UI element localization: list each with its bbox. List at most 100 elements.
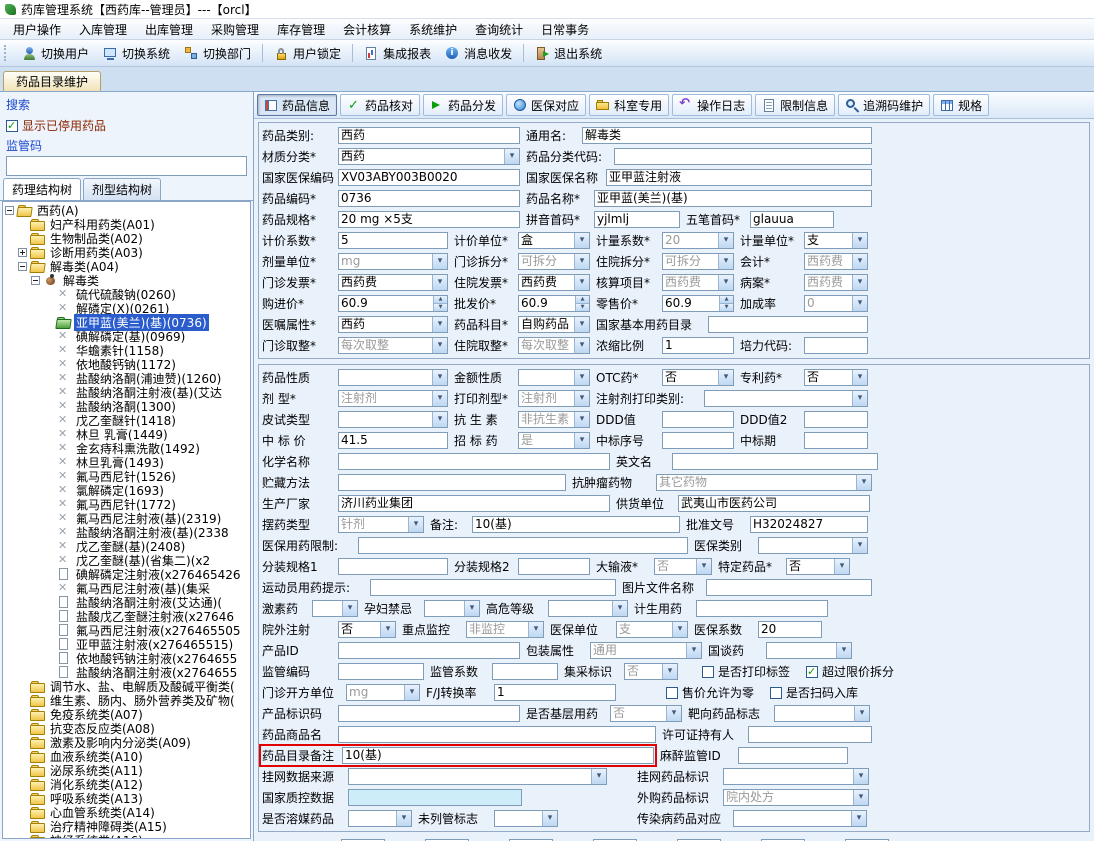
user-lock-button[interactable]: 用户锁定 — [268, 42, 347, 65]
checkbox[interactable] — [666, 686, 678, 699]
dropdown[interactable]: 非抗生素 — [518, 411, 590, 428]
menu-item-1[interactable]: 用户操作 — [4, 19, 70, 40]
dropdown[interactable]: 西药 — [338, 148, 520, 165]
tree-item[interactable]: 解毒类(A04) — [3, 259, 250, 274]
menu-item-8[interactable]: 查询统计 — [466, 19, 532, 40]
dropdown[interactable] — [348, 768, 607, 785]
drug-info-button[interactable]: 药品信息 — [257, 94, 338, 116]
dropdown[interactable] — [312, 600, 358, 617]
text-input[interactable] — [738, 747, 848, 764]
dropdown[interactable] — [494, 810, 558, 827]
dropdown[interactable]: 注射剂 — [338, 390, 448, 407]
menu-item-9[interactable]: 日常事务 — [532, 19, 598, 40]
text-input[interactable]: 10(基) — [472, 516, 680, 533]
collapse-icon[interactable] — [31, 275, 40, 285]
dropdown[interactable]: 自购药品 — [518, 316, 590, 333]
dropdown[interactable]: 0 — [804, 295, 868, 312]
text-input[interactable]: 武夷山市医药公司 — [678, 495, 870, 512]
text-input[interactable] — [358, 537, 688, 554]
text-input[interactable] — [338, 663, 424, 680]
collapse-icon[interactable] — [5, 205, 14, 215]
tree-item[interactable]: 诊断用药类(A03) — [3, 245, 250, 260]
menu-item-2[interactable]: 入库管理 — [70, 19, 136, 40]
dropdown[interactable]: 否 — [610, 705, 682, 722]
dropdown[interactable]: 非监控 — [466, 621, 544, 638]
dropdown[interactable] — [774, 705, 870, 722]
operation-log-button[interactable]: 操作日志 — [672, 94, 753, 116]
text-input[interactable] — [708, 316, 868, 333]
text-input[interactable] — [696, 600, 828, 617]
dropdown[interactable]: 20 — [662, 232, 734, 249]
spinner-input[interactable]: 60.9 ▲ ▼ — [662, 295, 734, 312]
text-input[interactable] — [338, 642, 520, 659]
dropdown[interactable]: 通用 — [590, 642, 702, 659]
dropdown[interactable] — [766, 642, 852, 659]
dropdown[interactable]: 院内处方 — [723, 789, 869, 806]
dropdown[interactable] — [723, 768, 869, 785]
text-input[interactable] — [518, 558, 590, 575]
show-disabled-drugs-checkbox[interactable]: 显示已停用药品 — [6, 117, 247, 134]
switch-system-button[interactable]: 切换系统 — [97, 42, 176, 65]
dropdown[interactable]: 否 — [624, 663, 678, 680]
text-input[interactable]: 20 mg ×5支 — [338, 211, 520, 228]
text-input[interactable] — [338, 705, 520, 722]
text-input[interactable]: 解毒类 — [582, 127, 872, 144]
checkbox[interactable] — [702, 665, 714, 678]
text-input[interactable]: 10(基) — [342, 747, 654, 764]
text-input[interactable] — [804, 432, 868, 449]
text-input[interactable] — [672, 453, 878, 470]
text-input[interactable]: 济川药业集团 — [338, 495, 610, 512]
dropdown[interactable]: 每次取整 — [338, 337, 448, 354]
dropdown[interactable]: 是 — [518, 432, 590, 449]
dropdown[interactable] — [424, 600, 480, 617]
text-input[interactable]: glauua — [750, 211, 834, 228]
text-input[interactable]: 5 — [338, 232, 448, 249]
dropdown[interactable] — [518, 369, 590, 386]
dropdown[interactable]: 西药费 — [338, 274, 448, 291]
spinner-input[interactable]: 60.9 ▲ ▼ — [338, 295, 448, 312]
dropdown[interactable]: 针剂 — [338, 516, 424, 533]
text-input[interactable]: 0736 — [338, 190, 520, 207]
restriction-info-button[interactable]: 限制信息 — [755, 94, 836, 116]
insurance-mapping-button[interactable]: 医保对应 — [506, 94, 587, 116]
text-input[interactable] — [706, 579, 872, 596]
spinner-buttons[interactable]: ▲ ▼ — [575, 296, 589, 311]
integrated-report-button[interactable]: 集成报表 — [358, 42, 437, 65]
menu-item-4[interactable]: 采购管理 — [202, 19, 268, 40]
text-input[interactable]: 41.5 — [338, 432, 448, 449]
text-input[interactable]: H32024827 — [750, 516, 868, 533]
text-input[interactable]: 20 — [758, 621, 822, 638]
dropdown[interactable]: 否 — [804, 369, 868, 386]
dropdown[interactable]: 西药费 — [662, 274, 734, 291]
text-input[interactable] — [338, 453, 610, 470]
drug-verify-button[interactable]: 药品核对 — [340, 94, 421, 116]
dropdown[interactable]: 注射剂 — [518, 390, 590, 407]
text-input[interactable]: 1 — [494, 684, 616, 701]
menu-item-6[interactable]: 会计核算 — [334, 19, 400, 40]
dropdown[interactable]: 支 — [804, 232, 868, 249]
text-input[interactable]: yjlmlj — [594, 211, 680, 228]
dropdown[interactable] — [338, 369, 448, 386]
dropdown[interactable] — [733, 810, 867, 827]
expand-icon[interactable] — [18, 247, 27, 257]
text-input[interactable] — [804, 411, 868, 428]
dropdown[interactable]: 否 — [338, 621, 396, 638]
text-input[interactable] — [804, 337, 868, 354]
collapse-icon[interactable] — [18, 261, 27, 271]
spinner-buttons[interactable]: ▲ ▼ — [433, 296, 447, 311]
dropdown[interactable]: 否 — [662, 369, 734, 386]
checkbox[interactable] — [806, 665, 819, 679]
department-specific-button[interactable]: 科室专用 — [589, 94, 670, 116]
dropdown[interactable]: 其它药物 — [656, 474, 872, 491]
dropdown[interactable]: 可拆分 — [662, 253, 734, 270]
text-input[interactable]: XV03ABY003B0020 — [338, 169, 520, 186]
spinner-input[interactable]: 60.9 ▲ ▼ — [518, 295, 590, 312]
tab-drug-catalog-maintenance[interactable]: 药品目录维护 — [3, 71, 102, 91]
dropdown[interactable]: 盒 — [518, 232, 590, 249]
text-input[interactable] — [338, 474, 566, 491]
text-input[interactable] — [662, 432, 734, 449]
text-input[interactable]: 1 — [662, 337, 734, 354]
menu-item-7[interactable]: 系统维护 — [400, 19, 466, 40]
text-input[interactable] — [492, 663, 558, 680]
dropdown[interactable]: 可拆分 — [518, 253, 590, 270]
